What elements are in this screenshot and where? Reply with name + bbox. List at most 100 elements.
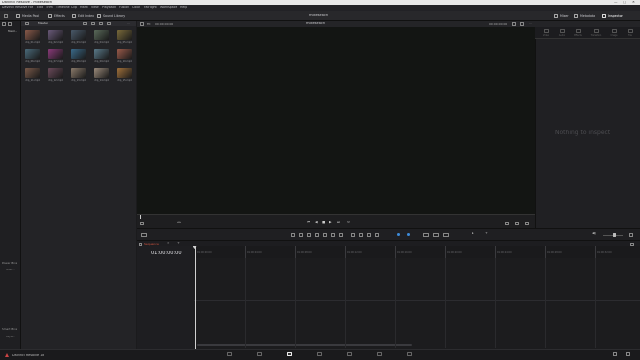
- mixer-button[interactable]: Mixer: [554, 13, 569, 19]
- viewer-canvas[interactable]: [137, 27, 535, 214]
- go-to-end-icon[interactable]: ⏭: [337, 221, 340, 224]
- clip-thumbnail[interactable]: [94, 49, 109, 59]
- menu-davinci[interactable]: DaVinci Resolve: [2, 6, 27, 9]
- jog-control-icon[interactable]: ◂ ▸: [177, 221, 181, 224]
- tab-transition[interactable]: Transition: [589, 29, 603, 37]
- clip-thumbnail[interactable]: [71, 49, 86, 59]
- deliver-page-icon[interactable]: [407, 352, 412, 356]
- blade-tool-icon[interactable]: [315, 233, 319, 237]
- flag-icon[interactable]: [375, 233, 379, 237]
- overwrite-icon[interactable]: [525, 221, 529, 225]
- close-timeline-tab-icon[interactable]: ✕: [167, 242, 170, 245]
- clip-thumbnail[interactable]: [117, 49, 132, 59]
- menu-workspace[interactable]: Workspace: [160, 6, 177, 9]
- menu-mark[interactable]: Mark: [80, 6, 88, 9]
- fairlight-page-icon[interactable]: [377, 352, 382, 356]
- menu-fusion[interactable]: Fusion: [119, 6, 129, 9]
- clip-thumbnail[interactable]: [25, 30, 40, 40]
- effects-button[interactable]: Effects: [48, 13, 65, 19]
- back-icon[interactable]: [25, 21, 29, 26]
- full-extent-zoom-icon[interactable]: [423, 233, 429, 237]
- position-lock-icon[interactable]: [367, 233, 371, 237]
- snapping-icon[interactable]: [351, 233, 355, 237]
- color-marker-icon[interactable]: [407, 233, 410, 236]
- thumbnail-view-icon[interactable]: [83, 21, 87, 26]
- trim-tool-icon[interactable]: [299, 233, 303, 237]
- menu-clip[interactable]: Clip: [71, 6, 77, 9]
- menu-timeline[interactable]: Timeline: [56, 6, 70, 9]
- loop-icon[interactable]: ↻: [347, 221, 350, 224]
- color-page-icon[interactable]: [347, 352, 352, 356]
- custom-zoom-icon[interactable]: [443, 233, 449, 237]
- tab-image[interactable]: Image: [607, 29, 621, 37]
- bin-master[interactable]: Mast...: [8, 30, 17, 33]
- clip-thumbnail[interactable]: [48, 68, 63, 78]
- clip-thumbnail[interactable]: [94, 30, 109, 40]
- sound-library-button[interactable]: Sound Library: [97, 13, 125, 19]
- volume-slider-handle[interactable]: [613, 233, 616, 237]
- volume-icon[interactable]: ◀): [592, 232, 596, 235]
- overwrite-clip-icon[interactable]: [331, 233, 335, 237]
- play-reverse-icon[interactable]: ◀: [315, 221, 318, 224]
- timeline-playhead[interactable]: [194, 246, 196, 350]
- clip-thumbnail[interactable]: [94, 68, 109, 78]
- clip-thumbnail[interactable]: [48, 30, 63, 40]
- replace-icon[interactable]: [515, 221, 519, 225]
- list-view-icon[interactable]: [2, 22, 6, 26]
- fusion-page-icon[interactable]: [317, 352, 322, 356]
- maximize-button[interactable]: □: [623, 1, 626, 5]
- clip-thumbnail[interactable]: [71, 30, 86, 40]
- media-page-icon[interactable]: [227, 352, 232, 356]
- viewer-options-icon[interactable]: [512, 22, 516, 26]
- replace-clip-icon[interactable]: [339, 233, 343, 237]
- edit-index-button[interactable]: Edit Index: [72, 13, 94, 19]
- smart-bin-item[interactable]: Keyw...: [6, 336, 15, 339]
- tab-effects[interactable]: Effects: [571, 29, 585, 37]
- tab-file[interactable]: File: [623, 29, 637, 37]
- clip-thumbnail[interactable]: [25, 49, 40, 59]
- bin-toggle-icon[interactable]: [8, 22, 12, 26]
- list-view-toggle-icon[interactable]: [91, 21, 95, 26]
- viewer-more-icon[interactable]: ⋯: [529, 22, 532, 25]
- settings-gear-icon[interactable]: [626, 352, 630, 356]
- tab-video[interactable]: Video: [539, 29, 553, 37]
- clip-thumbnail[interactable]: [48, 49, 63, 59]
- insert-clip-icon[interactable]: [323, 233, 327, 237]
- viewer-layout-icon[interactable]: [140, 22, 144, 26]
- cut-page-icon[interactable]: [257, 352, 262, 356]
- clip-thumbnail[interactable]: [117, 30, 132, 40]
- match-frame-icon[interactable]: [505, 221, 509, 225]
- timeline-tracks[interactable]: [194, 258, 640, 350]
- home-icon[interactable]: [613, 352, 617, 356]
- edit-page-icon[interactable]: [287, 352, 292, 356]
- play-icon[interactable]: ▶: [329, 221, 332, 224]
- new-timeline-tab-icon[interactable]: +: [177, 242, 180, 245]
- zoom-in-icon[interactable]: +: [485, 232, 488, 235]
- menu-fairlight[interactable]: Fairlight: [144, 6, 157, 9]
- menu-view[interactable]: View: [91, 6, 99, 9]
- menu-trim[interactable]: Trim: [46, 6, 53, 9]
- menu-color[interactable]: Color: [132, 6, 140, 9]
- stop-icon[interactable]: ■: [322, 221, 325, 224]
- linked-selection-icon[interactable]: [359, 233, 363, 237]
- viewer-zoom[interactable]: Fit: [147, 23, 151, 26]
- metadata-button[interactable]: Metadata: [574, 13, 595, 19]
- more-options-icon[interactable]: ⋯: [127, 22, 130, 25]
- search-icon[interactable]: [107, 21, 111, 26]
- go-to-start-icon[interactable]: ⏮: [307, 221, 310, 224]
- menu-edit[interactable]: Edit: [37, 6, 43, 9]
- menu-playback[interactable]: Playback: [102, 6, 116, 9]
- detail-zoom-icon[interactable]: [433, 233, 439, 237]
- menu-file[interactable]: File: [28, 6, 33, 9]
- viewer-fullscreen-icon[interactable]: [520, 22, 524, 26]
- sort-icon[interactable]: [99, 21, 103, 26]
- clip-view-icon[interactable]: [140, 221, 144, 225]
- power-bin-item[interactable]: Mast...: [6, 269, 15, 272]
- marker-icon[interactable]: [397, 233, 400, 236]
- panel-toggle-icon[interactable]: [4, 14, 8, 18]
- close-button[interactable]: ✕: [632, 1, 635, 5]
- clip-thumbnail[interactable]: [25, 68, 40, 78]
- clip-thumbnail[interactable]: [71, 68, 86, 78]
- audio-meter-icon[interactable]: [629, 233, 633, 237]
- dynamic-trim-icon[interactable]: [307, 233, 311, 237]
